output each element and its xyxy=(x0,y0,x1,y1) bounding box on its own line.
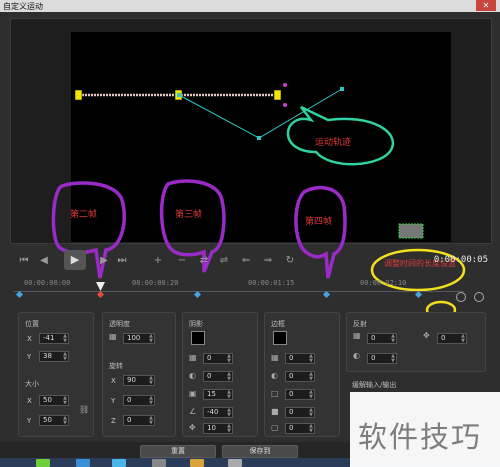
opacity-label: 透明度 xyxy=(109,320,130,328)
opacity-rotation-panel: 透明度 ▦ 100 ▲ ▼ 旋转 X 90 ▲ ▼ Y 0 ▲ ▼ Z 0 ▲ ▼ xyxy=(102,312,176,437)
reflection-opacity-icon: ▦ xyxy=(353,331,361,340)
rotation-y-input[interactable]: 0 ▲ ▼ xyxy=(123,395,155,406)
border-corner-icon: ▢ xyxy=(271,423,279,432)
position-y-label: Y xyxy=(27,353,32,361)
size-y-input[interactable]: 50 ▲ ▼ xyxy=(39,415,69,426)
border-value-2[interactable]: 0 ▲ ▼ xyxy=(285,371,315,382)
border-label: 边框 xyxy=(271,320,285,328)
rotation-x-input[interactable]: 90 ▲ ▼ xyxy=(123,375,155,386)
border-value-1[interactable]: 0 ▲ ▼ xyxy=(285,353,315,364)
shadow-label: 阴影 xyxy=(189,320,203,328)
reflection-label: 反射 xyxy=(353,320,367,328)
taskbar-app-icon[interactable] xyxy=(228,459,242,467)
watermark-text: 软件技巧 xyxy=(358,420,483,454)
reflection-value-1[interactable]: 0 ▲ ▼ xyxy=(367,333,397,344)
timeline-ruler[interactable]: 00:00:00:00 00:00:00:20 00:00:01:15 00:0… xyxy=(14,279,464,301)
move-left-icon[interactable]: ⇐ xyxy=(238,253,254,269)
reflection-value-2[interactable]: 0 ▲ ▼ xyxy=(437,333,467,344)
playhead-icon[interactable] xyxy=(96,282,105,291)
shadow-value-4[interactable]: -40 ▲ ▼ xyxy=(203,407,233,418)
border-fill-icon: ■ xyxy=(271,407,279,416)
taskbar-app-icon[interactable] xyxy=(36,459,50,467)
ease-label: 缓解输入/输出 xyxy=(352,381,397,389)
position-x-input[interactable]: -41 ▲ ▼ xyxy=(39,333,69,344)
next-frame-icon[interactable]: ▶ xyxy=(96,253,112,269)
opacity-input[interactable]: 100 ▲ ▼ xyxy=(123,333,155,344)
reflection-offset-icon: ✥ xyxy=(423,331,430,340)
lock-ratio-icon[interactable]: ⛓ xyxy=(79,405,89,414)
border-value-3[interactable]: 0 ▲ ▼ xyxy=(285,389,315,400)
shadow-offset-icon: ✥ xyxy=(189,423,196,432)
timecode-display[interactable]: 0:00:00:05 xyxy=(434,255,488,265)
position-y-input[interactable]: 38 ▲ ▼ xyxy=(39,351,69,362)
zoom-out-icon[interactable] xyxy=(456,292,466,302)
border-value-4[interactable]: 0 ▲ ▼ xyxy=(285,407,315,418)
shadow-value-1[interactable]: 0 ▲ ▼ xyxy=(203,353,233,364)
watermark: 软件技巧 xyxy=(350,392,500,467)
shadow-opacity-icon: ▦ xyxy=(189,353,197,362)
size-y-label: Y xyxy=(27,417,32,425)
ruler-label: 00:00:01:15 xyxy=(248,279,295,287)
border-width-icon: □ xyxy=(271,389,279,398)
rotation-z-input[interactable]: 0 ▲ ▼ xyxy=(123,415,155,426)
move-right-icon[interactable]: ⇒ xyxy=(260,253,276,269)
position-label: 位置 xyxy=(25,320,39,328)
timeline-track[interactable] xyxy=(14,291,464,297)
border-value-5[interactable]: 0 ▲ ▼ xyxy=(285,423,315,434)
size-x-input[interactable]: 50 ▲ ▼ xyxy=(39,395,69,406)
ruler-label: 00:00:02:10 xyxy=(360,279,407,287)
reflection-panel: 反射 ▦ 0 ▲ ▼ ✥ 0 ▲ ▼ ◐ 0 ▲ ▼ xyxy=(346,312,486,372)
play-button[interactable]: ▶ xyxy=(64,250,86,270)
reset-button[interactable]: 重置 xyxy=(140,445,216,458)
remove-keyframe-icon[interactable]: − xyxy=(174,253,190,269)
rotate-icon[interactable]: ↻ xyxy=(282,253,298,269)
border-blur-icon: ◐ xyxy=(271,371,278,380)
shadow-color-swatch[interactable] xyxy=(191,331,205,345)
taskbar-app-icon[interactable] xyxy=(190,459,204,467)
taskbar-app-icon[interactable] xyxy=(152,459,166,467)
border-opacity-icon: ▦ xyxy=(271,353,279,362)
shadow-distance-icon: ▣ xyxy=(189,389,197,398)
go-to-end-icon[interactable]: ⏭ xyxy=(114,253,130,269)
shadow-value-5[interactable]: 10 ▲ ▼ xyxy=(203,423,233,434)
rotation-y-label: Y xyxy=(111,397,116,405)
zoom-in-icon[interactable] xyxy=(474,292,484,302)
annotation-frame3: 第三帧 xyxy=(175,210,203,220)
shadow-value-3[interactable]: 15 ▲ ▼ xyxy=(203,389,233,400)
go-to-start-icon[interactable]: ⏮ xyxy=(16,253,32,269)
position-x-label: X xyxy=(27,335,32,343)
save-to-button[interactable]: 保存到 xyxy=(222,445,298,458)
shadow-angle-icon: ∠ xyxy=(189,407,197,416)
border-color-swatch[interactable] xyxy=(273,331,287,345)
rotation-z-label: Z xyxy=(111,417,116,425)
add-keyframe-icon[interactable]: + xyxy=(150,253,166,269)
ruler-label: 00:00:00:20 xyxy=(132,279,179,287)
rotation-label: 旋转 xyxy=(109,362,123,370)
taskbar-app-icon[interactable] xyxy=(76,459,90,467)
reflection-blur-icon: ◐ xyxy=(353,351,360,360)
annotation-frame4: 第四帧 xyxy=(305,217,333,227)
ease-panel: 缓解输入/输出 xyxy=(346,376,486,392)
playback-controls: ⏮ ◀ ▶ ▶ ⏭ + − ⇄ ⇌ ⇐ ⇒ ↻ 0:00:00:05 xyxy=(10,247,492,275)
size-x-label: X xyxy=(27,397,32,405)
annotation-frame2: 第二帧 xyxy=(70,210,98,220)
border-panel: 边框 ▦ 0 ▲ ▼ ◐ 0 ▲ ▼ □ 0 ▲ ▼ ■ 0 ▲ ▼ ▢ 0 ▲ ▼ xyxy=(264,312,340,437)
taskbar-app-icon[interactable] xyxy=(112,459,126,467)
swap-icon[interactable]: ⇌ xyxy=(216,253,232,269)
reflection-value-3[interactable]: 0 ▲ ▼ xyxy=(367,353,397,364)
opacity-icon: ▦ xyxy=(109,332,117,341)
size-label: 大小 xyxy=(25,380,39,388)
rotation-x-label: X xyxy=(111,377,116,385)
reverse-path-icon[interactable]: ⇄ xyxy=(196,253,212,269)
shadow-blur-icon: ◐ xyxy=(189,371,196,380)
shadow-panel: 阴影 ▦ 0 ▲ ▼ ◐ 0 ▲ ▼ ▣ 15 ▲ ▼ ∠ -40 ▲ ▼ ✥ 10 ▲ ▼ xyxy=(182,312,258,437)
shadow-value-2[interactable]: 0 ▲ ▼ xyxy=(203,371,233,382)
position-size-panel: 位置 X -41 ▲ ▼ Y 38 ▲ ▼ 大小 X 50 ▲ ▼ Y 50 ▲ ▼ ⛓ xyxy=(18,312,94,437)
previous-frame-icon[interactable]: ◀ xyxy=(36,253,52,269)
ruler-label: 00:00:00:00 xyxy=(24,279,71,287)
